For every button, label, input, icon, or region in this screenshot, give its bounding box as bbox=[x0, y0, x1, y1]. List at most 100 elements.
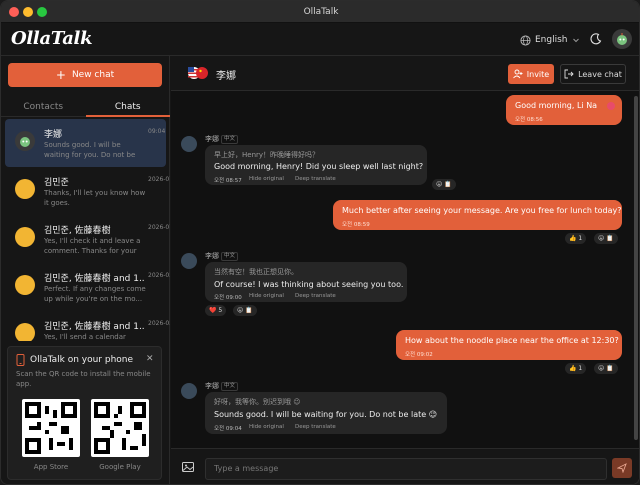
outgoing-message[interactable]: Much better after seeing your message. A… bbox=[333, 200, 622, 230]
sender-name: 李娜 bbox=[205, 252, 219, 260]
original-text: 当然有空！我也正想见你。 bbox=[214, 268, 298, 276]
hide-original-link[interactable]: Hide original bbox=[249, 424, 284, 430]
dark-mode-toggle-icon[interactable] bbox=[589, 32, 603, 46]
image-icon[interactable] bbox=[182, 461, 194, 473]
message-scrollbar[interactable] bbox=[634, 96, 638, 440]
app-logo[interactable]: OllaTalk bbox=[11, 28, 93, 49]
incoming-message[interactable]: 好呀，我等你。别迟到哦 😉 Sounds good. I will be wai… bbox=[205, 392, 447, 434]
contact-avatar bbox=[181, 383, 197, 399]
send-button[interactable] bbox=[612, 458, 632, 478]
chevron-down-icon bbox=[572, 38, 579, 43]
chat-preview: Sounds good. I will be waiting for you. … bbox=[44, 141, 136, 159]
chat-time: 2026-03 bbox=[148, 272, 170, 279]
promo-description: Scan the QR code to install the mobile a… bbox=[16, 370, 151, 388]
incoming-message[interactable]: 早上好，Henry！昨晚睡得好吗？ Good morning, Henry! D… bbox=[205, 145, 427, 185]
leave-chat-label: Leave chat bbox=[578, 69, 622, 79]
chat-name: 김민준, 佐藤春樹 and 1... bbox=[44, 274, 144, 284]
reaction-chip[interactable]: 😛 📋 bbox=[233, 305, 257, 316]
send-icon bbox=[617, 463, 627, 473]
deep-translate-link[interactable]: Deep translate bbox=[295, 176, 336, 182]
app-store-qr-code[interactable] bbox=[22, 399, 80, 457]
reaction-chip[interactable]: 😛 📋 bbox=[432, 179, 456, 190]
message-time: 오전 08:57 bbox=[214, 178, 242, 184]
google-play-label: Google Play bbox=[99, 463, 141, 471]
contact-avatar bbox=[181, 136, 197, 152]
message-text: Much better after seeing your message. A… bbox=[342, 206, 622, 215]
google-play-qr-code[interactable] bbox=[91, 399, 149, 457]
tab-contacts[interactable]: Contacts bbox=[1, 97, 86, 117]
reaction-chip[interactable]: 😛 📋 bbox=[594, 363, 618, 374]
chat-list: 李娜 09:04 Sounds good. I will be waiting … bbox=[1, 119, 170, 341]
robot-avatar-icon bbox=[617, 33, 627, 45]
title-bar: OllaTalk bbox=[1, 1, 639, 23]
reaction-chip[interactable]: 👍 1 bbox=[565, 233, 587, 244]
promo-title: OllaTalk on your phone bbox=[30, 355, 134, 365]
sidebar-tabs: Contacts Chats bbox=[1, 97, 170, 117]
contact-avatar bbox=[181, 253, 197, 269]
user-avatar[interactable] bbox=[612, 29, 632, 49]
message-time: 오전 09:04 bbox=[214, 426, 242, 432]
chat-preview: Yes, I'll send a calendar invite... bbox=[44, 333, 126, 341]
close-window-button[interactable] bbox=[9, 7, 19, 17]
hide-original-link[interactable]: Hide original bbox=[249, 293, 284, 299]
add-user-icon bbox=[512, 69, 523, 79]
language-selector[interactable]: English bbox=[516, 30, 580, 50]
chat-list-item[interactable]: 김민준, 佐藤春樹 and 1... 2026-03 Yes, I'll sen… bbox=[5, 311, 170, 341]
maximize-window-button[interactable] bbox=[37, 7, 47, 17]
window-title: OllaTalk bbox=[303, 6, 339, 17]
tab-chats[interactable]: Chats bbox=[85, 97, 170, 117]
message-text: Good morning, Henry! Did you sleep well … bbox=[214, 162, 424, 171]
plus-icon: + bbox=[55, 68, 66, 82]
hide-original-link[interactable]: Hide original bbox=[249, 176, 284, 182]
outgoing-message[interactable]: Good morning, Li Na 오전 08:56 bbox=[506, 95, 622, 125]
sidebar: + New chat Contacts Chats 李娜 09:04 Sound… bbox=[1, 56, 170, 484]
chat-list-item[interactable]: 김민준, 佐藤春樹 and 1... 2026-03 Perfect. If a… bbox=[5, 263, 170, 311]
minimize-window-button[interactable] bbox=[23, 7, 33, 17]
new-chat-label: New chat bbox=[71, 70, 115, 80]
message-text: Of course! I was thinking about seeing y… bbox=[214, 280, 404, 289]
message-time: 오전 08:56 bbox=[515, 117, 543, 123]
chat-list-item[interactable]: 김민준, 佐藤春樹 2026-07 Yes, I'll check it and… bbox=[5, 215, 170, 263]
reaction-chip[interactable]: ❤️ 5 bbox=[205, 305, 227, 316]
chat-title: 李娜 bbox=[216, 71, 236, 82]
reaction-chip[interactable]: 😛 📋 bbox=[594, 233, 618, 244]
invite-button[interactable]: Invite bbox=[508, 64, 554, 84]
chat-time: 2026-07 bbox=[148, 176, 170, 183]
chat-preview: Yes, I'll check it and leave a comment. … bbox=[44, 237, 141, 255]
message-time: 오전 09:00 bbox=[214, 295, 242, 301]
chat-name: 李娜 bbox=[44, 130, 63, 140]
message-text: Sounds good. I will be waiting for you. … bbox=[214, 410, 438, 419]
close-icon[interactable]: ✕ bbox=[146, 354, 154, 364]
sender-name: 李娜 bbox=[205, 135, 219, 143]
outgoing-message[interactable]: How about the noodle place near the offi… bbox=[396, 330, 622, 360]
incoming-message[interactable]: 当然有空！我也正想见你。 Of course! I was thinking a… bbox=[205, 262, 407, 302]
language-tag: 中文 bbox=[221, 382, 239, 391]
reaction-chip[interactable]: 👍 1 bbox=[565, 363, 587, 374]
original-text: 好呀，我等你。别迟到哦 😉 bbox=[214, 398, 301, 406]
new-chat-button[interactable]: + New chat bbox=[8, 63, 162, 87]
language-tag: 中文 bbox=[221, 252, 239, 261]
deep-translate-link[interactable]: Deep translate bbox=[295, 293, 336, 299]
chat-preview: Thanks, I'll let you know how it goes. bbox=[44, 189, 146, 207]
chat-header: 李娜 Invite Leave chat bbox=[171, 56, 639, 91]
message-text: How about the noodle place near the offi… bbox=[405, 336, 619, 345]
sender-name: 李娜 bbox=[205, 382, 219, 390]
mobile-app-promo: OllaTalk on your phone ✕ Scan the QR cod… bbox=[7, 346, 162, 480]
language-tag: 中文 bbox=[221, 135, 239, 144]
original-text: 早上好，Henry！昨晚睡得好吗？ bbox=[214, 151, 320, 159]
chat-list-item[interactable]: 김민준 2026-07 Thanks, I'll let you know ho… bbox=[5, 167, 170, 215]
message-input[interactable]: Type a message bbox=[205, 458, 607, 480]
leave-chat-button[interactable]: Leave chat bbox=[560, 64, 626, 84]
deep-translate-link[interactable]: Deep translate bbox=[295, 424, 336, 430]
language-label: English bbox=[535, 35, 568, 45]
exit-icon bbox=[564, 69, 574, 79]
app-header: OllaTalk English bbox=[1, 23, 639, 56]
message-list: Good morning, Li Na 오전 08:56 李娜 中文 早上好，H… bbox=[171, 92, 639, 448]
smiley-avatar-icon bbox=[15, 227, 35, 247]
chat-name: 김민준, 佐藤春樹 and 1... bbox=[44, 322, 144, 332]
chat-panel: 李娜 Invite Leave chat Good morning, Li Na… bbox=[171, 56, 639, 484]
chat-list-item[interactable]: 李娜 09:04 Sounds good. I will be waiting … bbox=[5, 119, 166, 167]
smiley-avatar-icon bbox=[15, 179, 35, 199]
chat-preview: Perfect. If any changes come up while yo… bbox=[44, 285, 146, 303]
message-time: 오전 09:02 bbox=[405, 352, 433, 358]
